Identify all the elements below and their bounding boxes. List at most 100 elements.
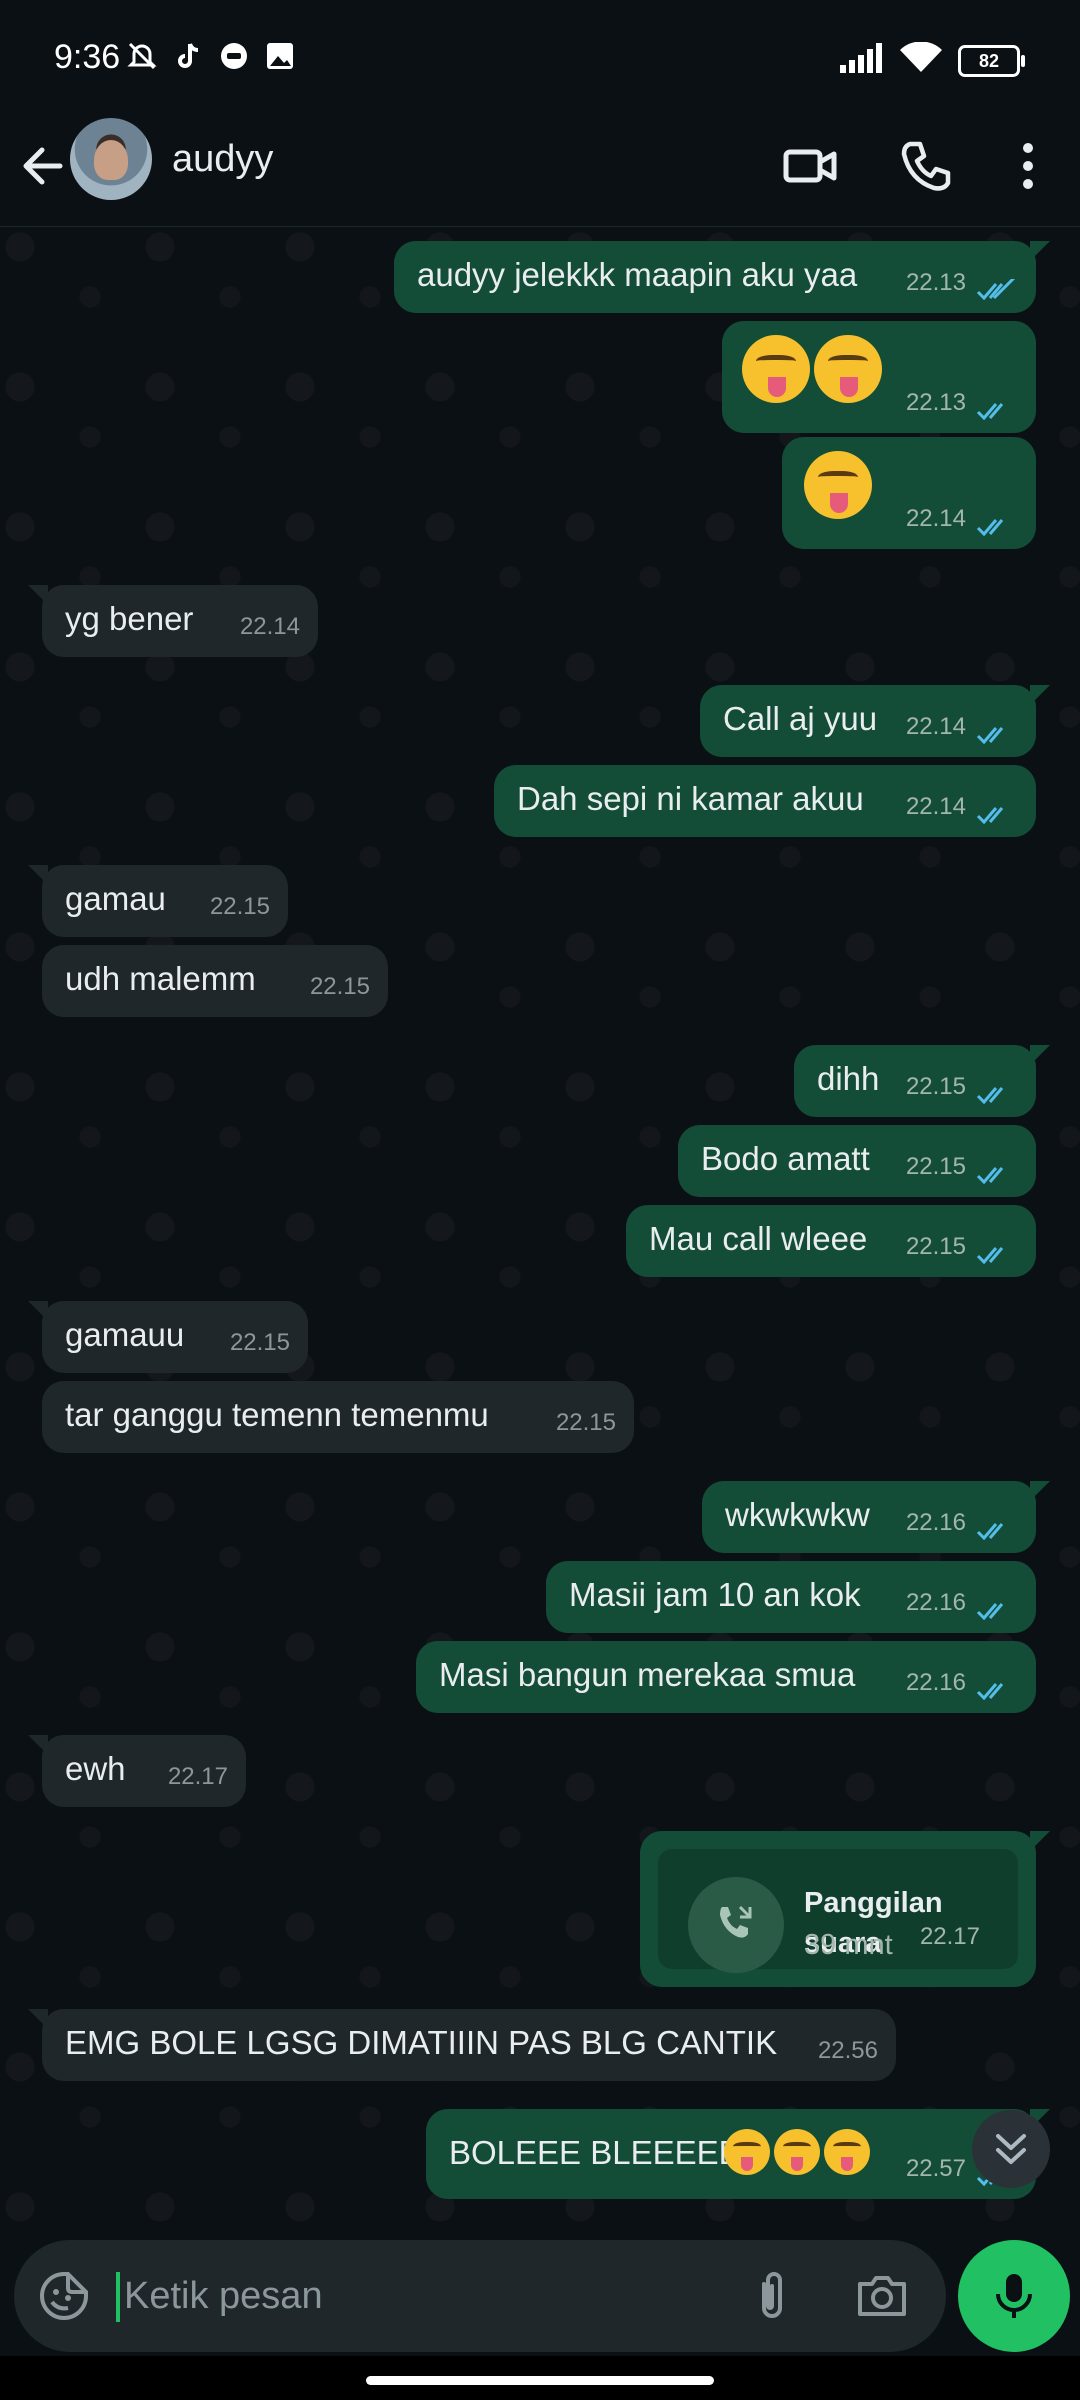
emoji-group [724, 2129, 870, 2175]
chat-app-icon [218, 40, 250, 72]
notification-icons [126, 40, 296, 72]
chat-header: audyy [0, 110, 1080, 227]
outgoing-message[interactable]: Mau call wleee 22.15 [626, 1205, 1036, 1277]
call-duration: 39 mnt [804, 1929, 893, 1961]
message-time: 22.15 [209, 893, 270, 920]
read-ticks-icon [976, 1087, 1004, 1105]
home-gesture-handle[interactable] [366, 2376, 714, 2385]
read-ticks-icon [976, 807, 1004, 825]
outgoing-message[interactable]: 22.14 [782, 437, 1036, 549]
read-ticks-icon [976, 1247, 1004, 1265]
message-text: EMG BOLE LGSG DIMATIIIN PAS BLG CANTIK [65, 2024, 778, 2061]
bubble-tail [1030, 1831, 1050, 1851]
outgoing-message[interactable]: Masii jam 10 an kok 22.16 [546, 1561, 1036, 1633]
outgoing-message[interactable]: audyy jelekkk maapin aku yaa 22.13 [394, 241, 1050, 313]
status-time: 9:36 [54, 38, 121, 76]
message-time: 22.14 [905, 505, 966, 532]
call-card[interactable]: Panggilan suara 39 mnt 22.17 [658, 1849, 1018, 1973]
message-time: 22.15 [555, 1409, 616, 1436]
message-composer [14, 2240, 946, 2352]
bubble-tail [28, 865, 48, 885]
status-bar: 9:36 82 [0, 0, 1080, 110]
message-time: 22.13 [905, 269, 966, 296]
message-text: wkwkwkw [725, 1496, 870, 1533]
incoming-message[interactable]: yg bener 22.14 [28, 585, 318, 657]
voice-call-message[interactable]: Panggilan suara 39 mnt 22.17 [640, 1831, 1050, 1987]
message-time: 22.16 [905, 1509, 966, 1536]
message-text: Mau call wleee [649, 1220, 868, 1257]
message-text: BOLEEE BLEEEEE [449, 2134, 741, 2171]
gallery-icon [264, 40, 296, 72]
avatar[interactable] [70, 118, 152, 200]
emoji-group [742, 335, 882, 403]
message-time: 22.56 [817, 2037, 878, 2064]
squinting-tongue-emoji-icon [724, 2129, 770, 2175]
battery-indicator: 82 [958, 44, 1025, 77]
message-time: 22.14 [239, 613, 300, 640]
message-text: audyy jelekkk maapin aku yaa [417, 256, 858, 293]
incoming-message[interactable]: EMG BOLE LGSG DIMATIIIN PAS BLG CANTIK 2… [28, 2009, 896, 2081]
outgoing-message[interactable]: wkwkwkw 22.16 [702, 1481, 1050, 1553]
outgoing-message[interactable]: Call aj yuu 22.14 [700, 685, 1050, 757]
message-input[interactable] [118, 2268, 730, 2324]
more-options-icon[interactable] [1000, 138, 1056, 194]
emoji-sticker-icon[interactable] [36, 2268, 92, 2324]
message-text: udh malemm [65, 960, 256, 997]
incoming-message[interactable]: udh malemm 22.15 [42, 945, 388, 1017]
missed-call-icon [688, 1877, 784, 1973]
back-arrow-icon[interactable] [16, 138, 72, 194]
message-time: 22.17 [919, 1923, 980, 1950]
message-time: 22.16 [905, 1669, 966, 1696]
message-text: gamau [65, 880, 166, 917]
message-time: 22.14 [905, 793, 966, 820]
savoring-food-emoji-icon [804, 451, 872, 519]
wifi-icon [900, 41, 942, 79]
incoming-message[interactable]: gamau 22.15 [28, 865, 288, 937]
message-time: 22.16 [905, 1589, 966, 1616]
voice-call-icon[interactable] [898, 138, 954, 194]
message-time: 22.17 [167, 1763, 228, 1790]
chat-area[interactable]: audyy jelekkk maapin aku yaa 22.13 22.13… [0, 227, 1080, 2237]
paperclip-icon[interactable] [744, 2268, 800, 2324]
read-ticks-icon [976, 519, 1004, 537]
voice-record-button[interactable] [958, 2240, 1070, 2352]
message-text: gamauu [65, 1316, 185, 1353]
squinting-tongue-emoji-icon [824, 2129, 870, 2175]
camera-icon[interactable] [854, 2268, 910, 2324]
message-text: dihh [817, 1060, 880, 1097]
bubble-tail [28, 585, 48, 605]
message-text: ewh [65, 1750, 126, 1787]
read-ticks-icon [976, 1523, 1004, 1541]
read-ticks-icon [976, 403, 1004, 421]
contact-name[interactable]: audyy [172, 138, 273, 181]
incoming-message[interactable]: ewh 22.17 [28, 1735, 246, 1807]
tiktok-icon [172, 40, 204, 72]
bubble-tail [1030, 685, 1050, 705]
scroll-to-bottom-button[interactable] [972, 2110, 1050, 2188]
outgoing-message[interactable]: Dah sepi ni kamar akuu 22.14 [494, 765, 1036, 837]
outgoing-message[interactable]: Masi bangun merekaa smua 22.16 [416, 1641, 1036, 1713]
message-time: 22.15 [229, 1329, 290, 1356]
incoming-message[interactable]: tar ganggu temenn temenmu 22.15 [42, 1381, 634, 1453]
message-text: Call aj yuu [723, 700, 878, 737]
outgoing-message[interactable]: 22.13 [722, 321, 1036, 433]
mute-bell-icon [126, 40, 158, 72]
microphone-icon [996, 2274, 1032, 2318]
bubble-tail [28, 1735, 48, 1755]
read-ticks-icon [976, 1603, 1004, 1621]
outgoing-message[interactable]: dihh 22.15 [794, 1045, 1050, 1117]
video-call-icon[interactable] [782, 138, 838, 194]
system-indicators: 82 [840, 41, 1025, 79]
message-time: 22.15 [905, 1073, 966, 1100]
squinting-tongue-emoji-icon [774, 2129, 820, 2175]
read-ticks-icon [976, 279, 1016, 301]
outgoing-message[interactable]: BOLEEE BLEEEEE 22.57 [426, 2109, 1050, 2199]
system-navigation-bar [0, 2356, 1080, 2400]
bubble-tail [1030, 1045, 1050, 1065]
outgoing-message[interactable]: Bodo amatt 22.15 [678, 1125, 1036, 1197]
message-time: 22.13 [905, 389, 966, 416]
incoming-message[interactable]: gamauu 22.15 [28, 1301, 308, 1373]
message-time: 22.15 [905, 1153, 966, 1180]
message-text: Masii jam 10 an kok [569, 1576, 861, 1613]
message-text: yg bener [65, 600, 194, 637]
